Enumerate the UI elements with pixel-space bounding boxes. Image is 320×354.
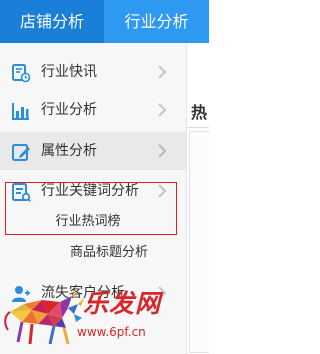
app-root: 店铺分析 行业分析 行业快讯 行业分析 属性分析 行业关键词分析 行业热词榜 商… — [0, 0, 209, 354]
sidebar-item-label: 流失客户分析 — [41, 285, 125, 301]
sidebar-item-label: 行业快讯 — [41, 64, 97, 80]
content-heading: 热 — [191, 103, 208, 122]
chevron-right-icon — [158, 184, 167, 198]
keyword-icon — [12, 183, 31, 202]
submenu-item-product-title-analysis[interactable]: 商品标题分析 — [49, 242, 169, 264]
sidebar-item-label: 行业分析 — [41, 102, 97, 118]
sidebar-item-label: 行业关键词分析 — [41, 183, 139, 199]
content-panel — [189, 131, 209, 353]
sidebar-item-industry-analysis[interactable]: 行业分析 — [0, 91, 186, 129]
submenu-item-industry-hot-words[interactable]: 行业热词榜 — [28, 211, 148, 233]
tab-shop-analysis[interactable]: 店铺分析 — [0, 0, 104, 43]
chevron-right-icon — [158, 103, 167, 117]
chevron-right-icon — [158, 65, 167, 79]
top-tab-bar: 店铺分析 行业分析 — [0, 0, 209, 43]
sidebar-item-industry-news[interactable]: 行业快讯 — [0, 53, 186, 91]
bar-chart-icon — [12, 103, 29, 120]
sidebar-item-lost-customer-analysis[interactable]: 流失客户分析 — [0, 274, 186, 312]
tab-industry-analysis[interactable]: 行业分析 — [104, 0, 209, 43]
news-icon — [12, 64, 31, 83]
sidebar-menu: 行业快讯 行业分析 属性分析 行业关键词分析 行业热词榜 商品标题分析 流失客户… — [0, 43, 187, 354]
chevron-right-icon — [158, 286, 167, 300]
edit-icon — [12, 144, 30, 161]
sidebar-item-industry-keyword-analysis[interactable]: 行业关键词分析 — [0, 172, 186, 210]
main-content-area: 热 — [187, 43, 209, 354]
content-divider — [187, 127, 209, 128]
user-icon — [12, 286, 30, 302]
sidebar-item-label: 属性分析 — [41, 143, 97, 159]
chevron-right-icon — [158, 144, 167, 158]
sidebar-item-attribute-analysis[interactable]: 属性分析 — [0, 132, 186, 170]
